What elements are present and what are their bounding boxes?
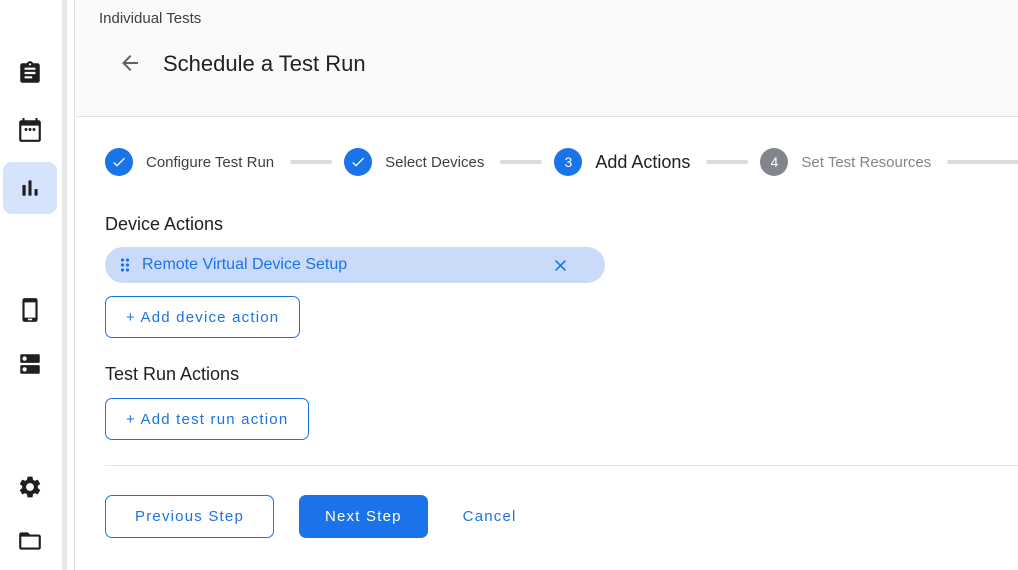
- step-1-label: Configure Test Run: [146, 154, 274, 171]
- add-device-action-button[interactable]: + Add device action: [105, 296, 300, 338]
- footer-divider: [105, 465, 1018, 466]
- sidebar-item-hosts[interactable]: [3, 338, 57, 390]
- page-header: Individual Tests Schedule a Test Run: [74, 0, 1018, 117]
- sidebar-scrollbar[interactable]: [62, 0, 67, 570]
- main-content: Configure Test Run Select Devices 3 Add …: [74, 118, 1018, 570]
- next-step-button[interactable]: Next Step: [299, 495, 428, 538]
- sidebar-item-test-results[interactable]: [3, 162, 57, 214]
- sidebar-item-devices[interactable]: [3, 284, 57, 336]
- check-icon: [111, 154, 127, 170]
- step-2-circle: [344, 148, 372, 176]
- sidebar-item-test-plans[interactable]: [3, 47, 57, 99]
- clipboard-icon: [17, 60, 43, 86]
- step-add-actions[interactable]: 3 Add Actions: [554, 148, 690, 176]
- remove-device-action-button[interactable]: [548, 253, 572, 277]
- bar-chart-icon: [17, 175, 43, 201]
- footer-actions: Previous Step Next Step Cancel: [105, 495, 527, 538]
- smartphone-icon: [17, 297, 43, 323]
- step-configure-test-run[interactable]: Configure Test Run: [105, 148, 274, 176]
- step-4-circle: 4: [760, 148, 788, 176]
- device-action-chip-label: Remote Virtual Device Setup: [142, 256, 347, 274]
- gear-icon: [17, 474, 43, 500]
- step-3-label: Add Actions: [595, 152, 690, 173]
- arrow-back-icon: [118, 51, 142, 75]
- step-set-test-resources[interactable]: 4 Set Test Resources: [760, 148, 931, 176]
- add-test-run-action-button[interactable]: + Add test run action: [105, 398, 309, 440]
- app-root: Individual Tests Schedule a Test Run Con…: [0, 0, 1018, 570]
- calendar-icon: [17, 117, 43, 143]
- step-4-label: Set Test Resources: [801, 154, 931, 171]
- device-action-chip[interactable]: Remote Virtual Device Setup: [105, 247, 605, 283]
- step-1-circle: [105, 148, 133, 176]
- step-connector: [500, 160, 542, 164]
- check-icon: [350, 154, 366, 170]
- stepper: Configure Test Run Select Devices 3 Add …: [105, 148, 1018, 176]
- test-run-actions-heading: Test Run Actions: [105, 364, 239, 385]
- sidebar: [0, 0, 62, 570]
- cancel-button[interactable]: Cancel: [453, 495, 527, 538]
- step-connector: [706, 160, 748, 164]
- step-2-label: Select Devices: [385, 154, 484, 171]
- server-icon: [17, 351, 43, 377]
- step-connector: [290, 160, 332, 164]
- sidebar-item-files[interactable]: [3, 515, 57, 567]
- sidebar-item-settings[interactable]: [3, 461, 57, 513]
- page-title: Schedule a Test Run: [163, 51, 366, 77]
- back-button[interactable]: [115, 48, 145, 78]
- device-actions-heading: Device Actions: [105, 214, 223, 235]
- step-select-devices[interactable]: Select Devices: [344, 148, 484, 176]
- folder-icon: [17, 528, 43, 554]
- drag-handle[interactable]: [113, 253, 137, 277]
- previous-step-button[interactable]: Previous Step: [105, 495, 274, 538]
- breadcrumb: Individual Tests: [99, 10, 201, 27]
- step-connector: [947, 160, 1018, 164]
- drag-handle-icon: [115, 255, 135, 275]
- step-3-circle: 3: [554, 148, 582, 176]
- close-icon: [551, 256, 570, 275]
- sidebar-item-schedule[interactable]: [3, 104, 57, 156]
